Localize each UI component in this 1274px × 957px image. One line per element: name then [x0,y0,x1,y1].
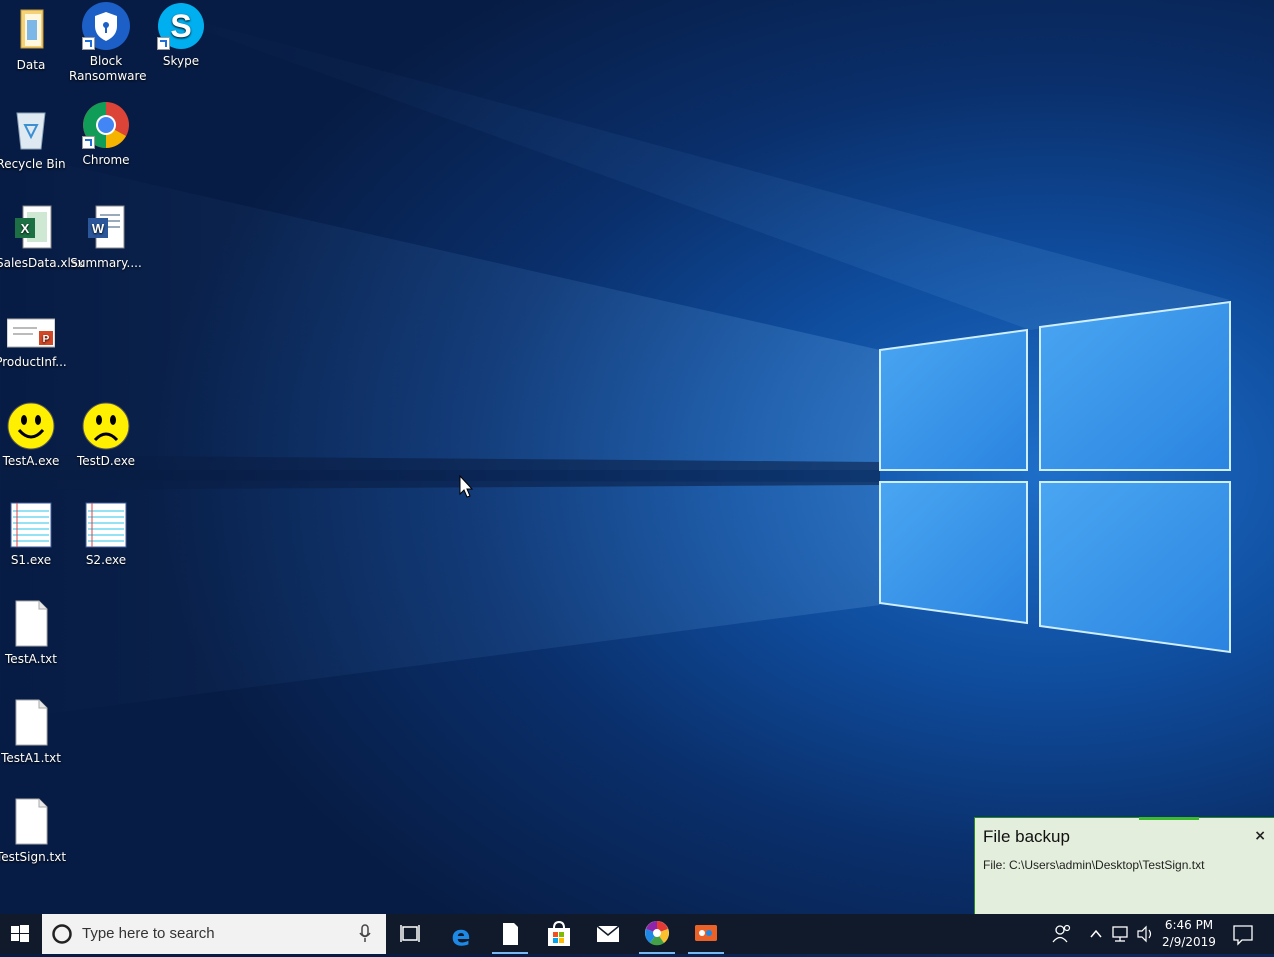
shortcut-arrow-icon [82,136,95,149]
desktop-icon-chrome[interactable]: Chrome [69,99,143,168]
folder-icon [7,6,55,54]
taskbar-file[interactable] [486,914,534,954]
people-icon [1052,924,1071,943]
desktop-icon-data[interactable]: Data [0,4,68,73]
skype-icon: S [157,2,205,50]
desktop-icon-testa-exe[interactable]: TestA.exe [0,400,68,469]
desktop-icon-testa1-txt[interactable]: TestA1.txt [0,697,68,766]
show-hidden-icons-button[interactable] [1086,914,1106,954]
excel-icon: X [9,204,57,252]
desktop-icon-productinfo[interactable]: P ProductInf... [0,301,68,370]
network-button[interactable] [1108,914,1132,954]
text-file-icon [7,699,55,747]
taskbar-photos[interactable] [633,914,681,954]
notification-close-button[interactable]: × [1254,828,1266,844]
svg-text:W: W [92,221,105,236]
desktop-icon-testsign-txt[interactable]: TestSign.txt [0,796,68,865]
network-icon [1112,926,1128,942]
notepad-exe-icon [82,501,130,549]
taskbar: Type here to search e 6:46 PM 2/9/2019 [0,914,1274,954]
desktop-icon-skype[interactable]: S Skype [144,0,218,69]
search-placeholder: Type here to search [82,925,215,942]
file-icon [503,923,518,945]
notification-message: File: C:\Users\admin\Desktop\TestSign.tx… [983,858,1205,872]
taskbar-clock[interactable]: 6:46 PM 2/9/2019 [1158,917,1220,951]
task-view-button[interactable] [386,914,434,954]
shield-icon [82,2,130,50]
shortcut-arrow-icon [82,37,95,50]
taskbar-store[interactable] [535,914,583,954]
cortana-icon [52,924,72,944]
powerpoint-icon: P [6,303,56,351]
paint-icon [695,925,717,941]
file-backup-notification[interactable]: File backup × File: C:\Users\admin\Deskt… [974,817,1274,916]
desktop-icon-s2-exe[interactable]: S2.exe [69,499,143,568]
people-button[interactable] [1048,914,1076,954]
action-center-button[interactable] [1228,914,1258,954]
svg-text:e: e [452,919,471,952]
volume-button[interactable] [1134,914,1156,954]
notepad-exe-icon [7,501,55,549]
taskbar-mail[interactable] [584,914,632,954]
microphone-icon[interactable] [358,924,372,944]
desktop-icon-testa-txt[interactable]: TestA.txt [0,598,68,667]
desktop-icon-recycle-bin[interactable]: Recycle Bin [0,103,68,172]
desktop-icon-salesdata[interactable]: X SalesData.xlsx [0,202,84,271]
chevron-up-icon [1090,929,1102,938]
start-button[interactable] [0,914,40,954]
sad-face-icon [82,402,130,450]
clock-date: 2/9/2019 [1162,935,1216,949]
svg-text:P: P [43,334,50,345]
mail-icon [596,925,620,942]
desktop-icon-block-ransomware[interactable]: Block Ransomware [69,0,147,84]
word-icon: W [82,204,130,252]
desktop-icon-s1-exe[interactable]: S1.exe [0,499,68,568]
taskbar-paint[interactable] [682,914,730,954]
svg-text:S: S [170,8,191,44]
text-file-icon [7,798,55,846]
speaker-icon [1137,925,1152,943]
taskbar-edge[interactable]: e [436,914,484,954]
edge-icon: e [452,919,471,952]
desktop-icon-summary[interactable]: W Summary.... [69,202,143,271]
notification-title: File backup [983,827,1070,846]
photos-icon [645,921,669,946]
clock-time: 6:46 PM [1164,918,1214,932]
store-icon [548,920,570,946]
text-file-icon [7,600,55,648]
shortcut-arrow-icon [157,37,170,50]
desktop-icon-testd-exe[interactable]: TestD.exe [69,400,143,469]
task-view-icon [400,925,420,942]
windows-wallpaper [0,0,1231,720]
notification-accent-bar [1139,817,1199,820]
svg-text:X: X [21,221,30,236]
taskbar-search-box[interactable]: Type here to search [42,914,386,954]
action-center-icon [1233,925,1253,946]
chrome-icon [82,101,130,149]
smiley-icon [7,402,55,450]
recycle-bin-icon [7,105,55,153]
windows-logo-icon [11,925,29,942]
